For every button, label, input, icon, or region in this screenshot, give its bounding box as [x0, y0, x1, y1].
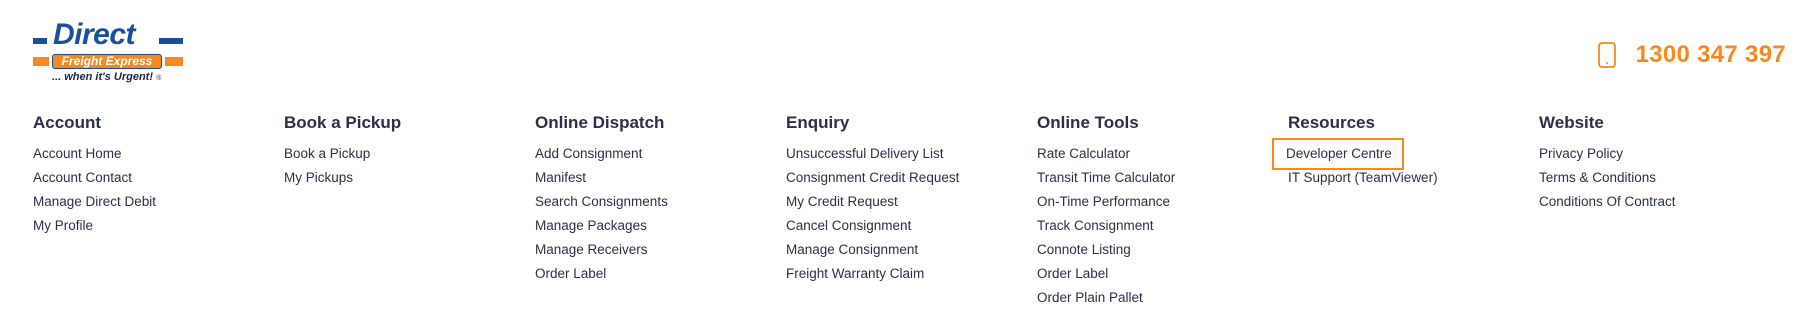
- link-unsuccessful-delivery-list[interactable]: Unsuccessful Delivery List: [786, 142, 1026, 166]
- link-terms-and-conditions[interactable]: Terms & Conditions: [1539, 166, 1779, 190]
- link-cancel-consignment[interactable]: Cancel Consignment: [786, 214, 1026, 238]
- column-website: Website Privacy Policy Terms & Condition…: [1539, 112, 1779, 214]
- footer-links: Account Account Home Account Contact Man…: [33, 112, 1786, 322]
- link-list: Book a Pickup My Pickups: [284, 142, 524, 190]
- footer-header: Direct Freight Express ... when it's Urg…: [33, 18, 1786, 88]
- link-developer-centre[interactable]: Developer Centre: [1272, 138, 1404, 170]
- link-list: Unsuccessful Delivery List Consignment C…: [786, 142, 1026, 286]
- link-account-home[interactable]: Account Home: [33, 142, 273, 166]
- logo-wordmark: Direct: [33, 18, 183, 52]
- link-order-label[interactable]: Order Label: [535, 262, 775, 286]
- phone-contact[interactable]: 1300 347 397: [1596, 40, 1786, 70]
- link-book-a-pickup[interactable]: Book a Pickup: [284, 142, 524, 166]
- logo-word: Direct: [53, 18, 136, 51]
- link-rate-calculator[interactable]: Rate Calculator: [1037, 142, 1277, 166]
- column-title: Website: [1539, 113, 1604, 132]
- link-developer-centre-item: Developer Centre: [1272, 138, 1528, 170]
- column-account: Account Account Home Account Contact Man…: [33, 112, 273, 238]
- link-conditions-of-contract[interactable]: Conditions Of Contract: [1539, 190, 1779, 214]
- link-track-consignment[interactable]: Track Consignment: [1037, 214, 1277, 238]
- logo-tagline: ... when it's Urgent! ®: [52, 71, 161, 83]
- mobile-phone-icon: [1597, 42, 1616, 68]
- registered-mark: ®: [156, 75, 162, 82]
- link-manage-direct-debit[interactable]: Manage Direct Debit: [33, 190, 273, 214]
- link-it-support-teamviewer[interactable]: IT Support (TeamViewer): [1288, 166, 1528, 190]
- logo-dash-left: [33, 38, 47, 44]
- column-title: Online Dispatch: [535, 113, 665, 132]
- column-online-tools: Online Tools Rate Calculator Transit Tim…: [1037, 112, 1277, 310]
- link-freight-warranty-claim[interactable]: Freight Warranty Claim: [786, 262, 1026, 286]
- direct-freight-express-logo[interactable]: Direct Freight Express ... when it's Urg…: [33, 18, 183, 88]
- logo-band-bar-left: [33, 57, 49, 66]
- link-manifest[interactable]: Manifest: [535, 166, 775, 190]
- column-online-dispatch: Online Dispatch Add Consignment Manifest…: [535, 112, 775, 286]
- phone-number[interactable]: 1300 347 397: [1636, 41, 1786, 69]
- link-order-plain-pallet[interactable]: Order Plain Pallet: [1037, 286, 1277, 310]
- column-resources: Resources Developer Centre IT Support (T…: [1272, 112, 1528, 190]
- link-account-contact[interactable]: Account Contact: [33, 166, 273, 190]
- logo-tagline-text: ... when it's Urgent!: [52, 71, 154, 83]
- link-manage-receivers[interactable]: Manage Receivers: [535, 238, 775, 262]
- logo-band: Freight Express: [33, 54, 183, 69]
- column-title: Book a Pickup: [284, 113, 402, 132]
- link-search-consignments[interactable]: Search Consignments: [535, 190, 775, 214]
- link-add-consignment[interactable]: Add Consignment: [535, 142, 775, 166]
- column-title: Account: [33, 113, 101, 132]
- link-order-label[interactable]: Order Label: [1037, 262, 1277, 286]
- link-privacy-policy[interactable]: Privacy Policy: [1539, 142, 1779, 166]
- column-enquiry: Enquiry Unsuccessful Delivery List Consi…: [786, 112, 1026, 286]
- link-my-credit-request[interactable]: My Credit Request: [786, 190, 1026, 214]
- link-manage-packages[interactable]: Manage Packages: [535, 214, 775, 238]
- link-consignment-credit-request[interactable]: Consignment Credit Request: [786, 166, 1026, 190]
- column-title: Enquiry: [786, 113, 850, 132]
- link-my-pickups[interactable]: My Pickups: [284, 166, 524, 190]
- link-transit-time-calculator[interactable]: Transit Time Calculator: [1037, 166, 1277, 190]
- logo-band-text: Freight Express: [52, 54, 162, 69]
- link-list: Add Consignment Manifest Search Consignm…: [535, 142, 775, 286]
- logo-band-bar-right: [165, 57, 183, 66]
- link-connote-listing[interactable]: Connote Listing: [1037, 238, 1277, 262]
- column-title: Resources: [1288, 113, 1375, 132]
- link-list: Account Home Account Contact Manage Dire…: [33, 142, 273, 238]
- link-list: Privacy Policy Terms & Conditions Condit…: [1539, 142, 1779, 214]
- column-book-a-pickup: Book a Pickup Book a Pickup My Pickups: [284, 112, 524, 190]
- logo-dash-right: [159, 38, 183, 44]
- link-my-profile[interactable]: My Profile: [33, 214, 273, 238]
- link-on-time-performance[interactable]: On-Time Performance: [1037, 190, 1277, 214]
- link-list: Rate Calculator Transit Time Calculator …: [1037, 142, 1277, 310]
- column-title: Online Tools: [1037, 113, 1139, 132]
- link-list: Developer Centre IT Support (TeamViewer): [1272, 138, 1528, 190]
- link-manage-consignment[interactable]: Manage Consignment: [786, 238, 1026, 262]
